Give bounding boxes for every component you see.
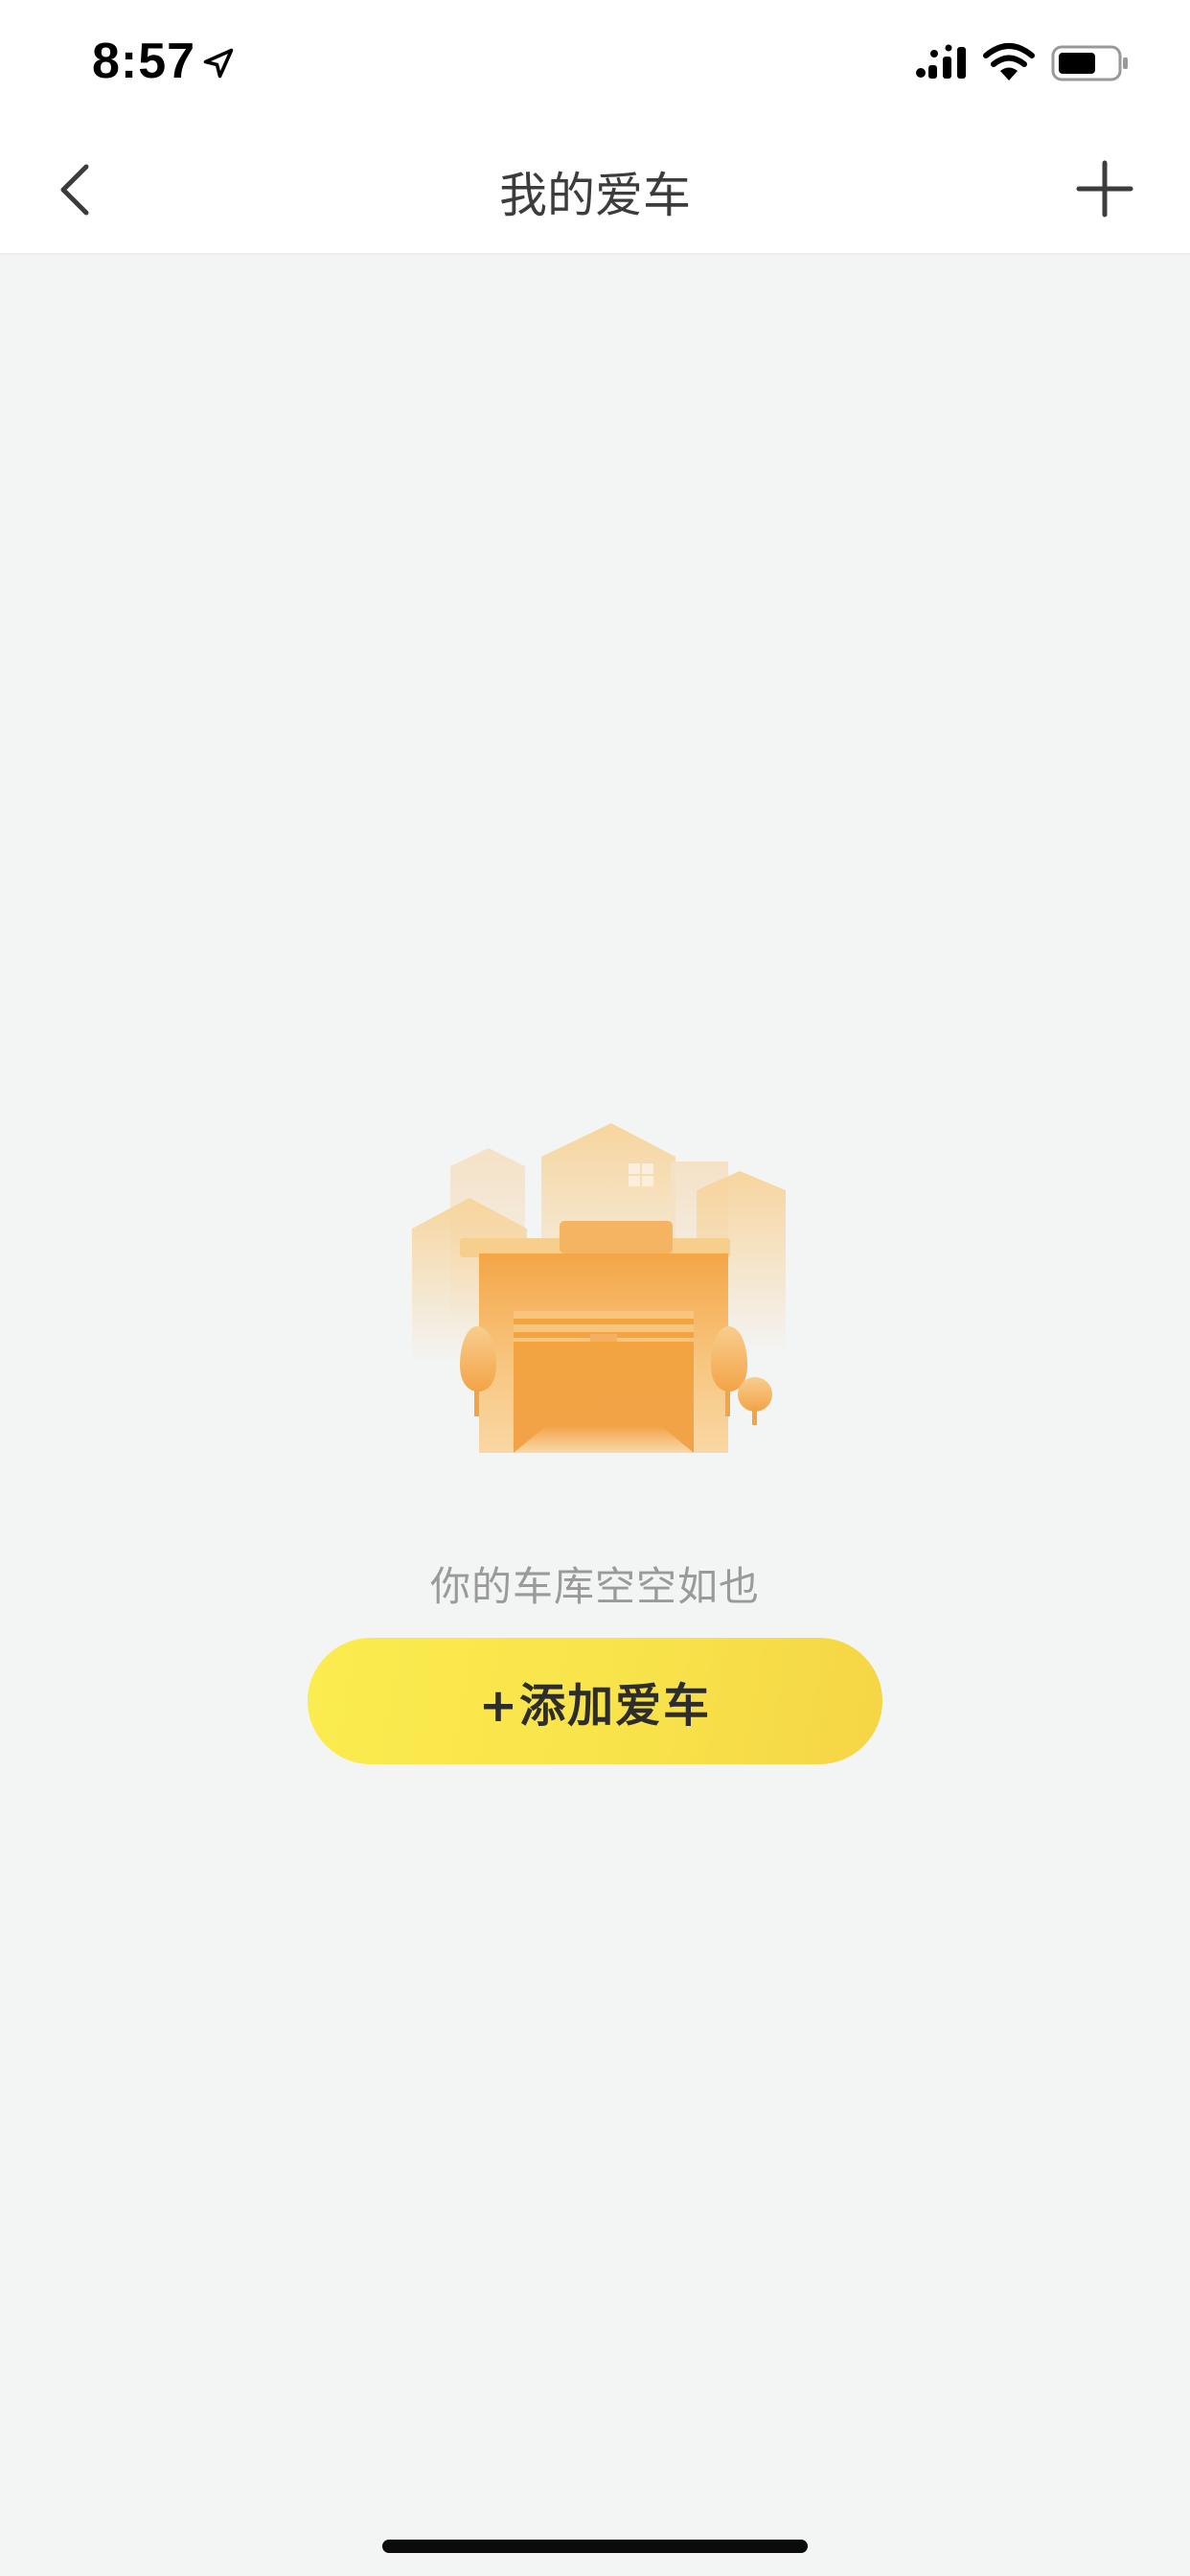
status-bar: 8:57 bbox=[0, 0, 1190, 128]
battery-icon bbox=[1051, 45, 1128, 81]
add-car-button[interactable]: +添加爱车 bbox=[308, 1638, 882, 1764]
navigation-bar: 我的爱车 bbox=[0, 128, 1190, 255]
status-time: 8:57 bbox=[92, 34, 196, 89]
garage-illustration bbox=[412, 1123, 786, 1453]
main-content: 你的车库空空如也 +添加爱车 bbox=[0, 255, 1190, 2576]
wifi-icon bbox=[983, 43, 1035, 80]
signal-icon bbox=[916, 44, 966, 79]
empty-garage-message: 你的车库空空如也 bbox=[429, 1563, 760, 1610]
page-title: 我的爱车 bbox=[499, 168, 691, 223]
home-indicator[interactable] bbox=[382, 2540, 808, 2553]
add-car-button-label: +添加爱车 bbox=[478, 1679, 712, 1733]
location-arrow-icon bbox=[203, 48, 234, 79]
plus-icon[interactable] bbox=[1071, 155, 1138, 222]
